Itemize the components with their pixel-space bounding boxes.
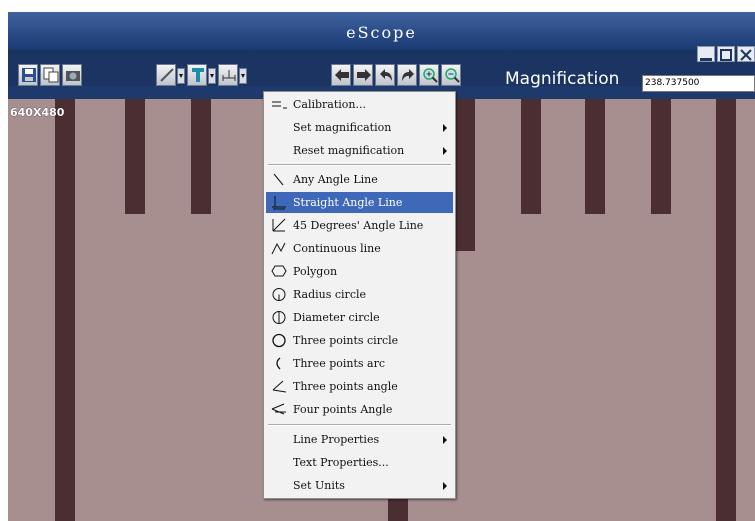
arrow-left-icon <box>335 69 349 81</box>
menu-item-label: Set Units <box>293 479 345 492</box>
undo-icon <box>380 69 392 81</box>
resolution-label: 640X480 <box>10 106 65 119</box>
zoom-in-icon <box>423 68 438 83</box>
menu-item-three-points-angle[interactable]: Three points angle <box>266 376 453 397</box>
menu-item-label: Polygon <box>293 265 338 278</box>
redo-button[interactable] <box>397 64 417 86</box>
menu-item-three-points-circle[interactable]: Three points circle <box>266 330 453 351</box>
scale-tick <box>521 99 541 214</box>
magnification-label: Magnification <box>505 69 620 89</box>
submenu-arrow-icon <box>443 482 447 490</box>
menu-item-set-units[interactable]: Set Units <box>266 475 453 496</box>
menu-item-label: Four points Angle <box>293 403 393 416</box>
measure-tool-dropdown[interactable] <box>239 68 247 84</box>
menu-item-straight-angle-line[interactable]: Straight Angle Line <box>266 192 453 213</box>
copy-button[interactable] <box>40 64 60 86</box>
camera-button[interactable] <box>62 64 82 86</box>
scale-tick <box>455 99 475 251</box>
menu-item-any-angle-line[interactable]: Any Angle Line <box>266 169 453 190</box>
scale-tick <box>55 99 75 521</box>
measure-tool-button[interactable] <box>218 64 238 86</box>
menu-separator <box>268 164 451 166</box>
menu-item-continuous-line[interactable]: Continuous line <box>266 238 453 259</box>
submenu-arrow-icon <box>443 436 447 444</box>
zoom-out-button[interactable] <box>441 64 461 86</box>
45-degrees-angle-line-icon <box>272 218 286 232</box>
menu-item-label: Continuous line <box>293 242 381 255</box>
menu-item-set-magnification[interactable]: Set magnification <box>266 117 453 138</box>
scale-tick <box>716 99 736 521</box>
scale-tick <box>125 99 145 214</box>
menu-item-text-properties[interactable]: Text Properties... <box>266 452 453 473</box>
three-points-circle-icon <box>272 333 286 348</box>
magnification-input[interactable]: 238.737500 <box>642 75 755 92</box>
pen-button[interactable] <box>156 64 176 86</box>
redo-icon <box>402 69 414 81</box>
menu-item-label: Three points arc <box>293 357 386 370</box>
submenu-arrow-icon <box>443 147 447 155</box>
menu-item-reset-magnification[interactable]: Reset magnification <box>266 140 453 161</box>
close-button[interactable] <box>737 46 755 62</box>
three-points-angle-icon <box>272 380 287 393</box>
menu-item-three-points-arc[interactable]: Three points arc <box>266 353 453 374</box>
menu-item-label: 45 Degrees' Angle Line <box>293 219 424 232</box>
undo-button[interactable] <box>375 64 395 86</box>
three-points-arc-icon <box>276 357 281 370</box>
maximize-button[interactable] <box>717 46 735 62</box>
menu-item-polygon[interactable]: Polygon <box>266 261 453 282</box>
scale-tick <box>191 99 211 214</box>
any-angle-line-icon <box>273 173 284 186</box>
zoom-out-icon <box>445 68 460 83</box>
save-button[interactable] <box>18 64 38 86</box>
calibration-icon <box>272 101 287 109</box>
window-title: eScope <box>346 23 417 42</box>
menu-item-label: Line Properties <box>293 433 380 446</box>
text-t-icon <box>192 68 204 82</box>
floppy-disk-icon <box>22 68 36 82</box>
text-tool-button[interactable] <box>187 64 207 86</box>
back-button[interactable] <box>331 64 351 86</box>
minimize-button[interactable] <box>697 46 715 62</box>
menu-separator <box>268 424 451 426</box>
minimize-icon <box>700 58 712 61</box>
pen-dropdown[interactable] <box>177 68 185 84</box>
menu-item-label: Reset magnification <box>293 144 405 157</box>
continuous-line-icon <box>271 242 286 255</box>
straight-angle-line-icon <box>272 196 286 210</box>
menu-item-radius-circle[interactable]: Radius circle <box>266 284 453 305</box>
scale-tick <box>651 99 671 214</box>
camera-icon <box>66 71 80 81</box>
polygon-icon <box>271 265 287 277</box>
four-points-angle-icon <box>271 403 286 415</box>
copy-icon <box>43 67 59 83</box>
menu-item-label: Straight Angle Line <box>293 196 403 209</box>
text-tool-dropdown[interactable] <box>208 68 216 84</box>
radius-circle-icon <box>272 288 286 301</box>
scale-tick <box>585 99 605 214</box>
menu-item-label: Radius circle <box>293 288 367 301</box>
arrow-right-icon <box>357 69 371 81</box>
measurement-menu: Calibration... Set magnification Reset m… <box>263 91 456 499</box>
forward-button[interactable] <box>353 64 373 86</box>
menu-item-diameter-circle[interactable]: Diameter circle <box>266 307 453 328</box>
menu-item-label: Calibration... <box>293 98 367 111</box>
menu-item-label: Three points circle <box>293 334 399 347</box>
menu-item-label: Three points angle <box>293 380 398 393</box>
menu-item-line-properties[interactable]: Line Properties <box>266 429 453 450</box>
menu-item-label: Diameter circle <box>293 311 380 324</box>
title-bar: eScope <box>8 12 755 50</box>
menu-item-calibration[interactable]: Calibration... <box>266 94 453 115</box>
menu-item-label: Set magnification <box>293 121 392 134</box>
diameter-circle-icon <box>272 311 286 324</box>
maximize-icon <box>720 49 732 61</box>
menu-item-label: Text Properties... <box>293 456 389 469</box>
zoom-in-button[interactable] <box>419 64 439 86</box>
menu-item-label: Any Angle Line <box>293 173 378 186</box>
menu-item-45-degrees-angle-line[interactable]: 45 Degrees' Angle Line <box>266 215 453 236</box>
pencil-icon <box>160 68 174 82</box>
ruler-measure-icon <box>222 70 236 81</box>
submenu-arrow-icon <box>443 124 447 132</box>
close-icon <box>740 49 752 61</box>
menu-item-four-points-angle[interactable]: Four points Angle <box>266 399 453 420</box>
